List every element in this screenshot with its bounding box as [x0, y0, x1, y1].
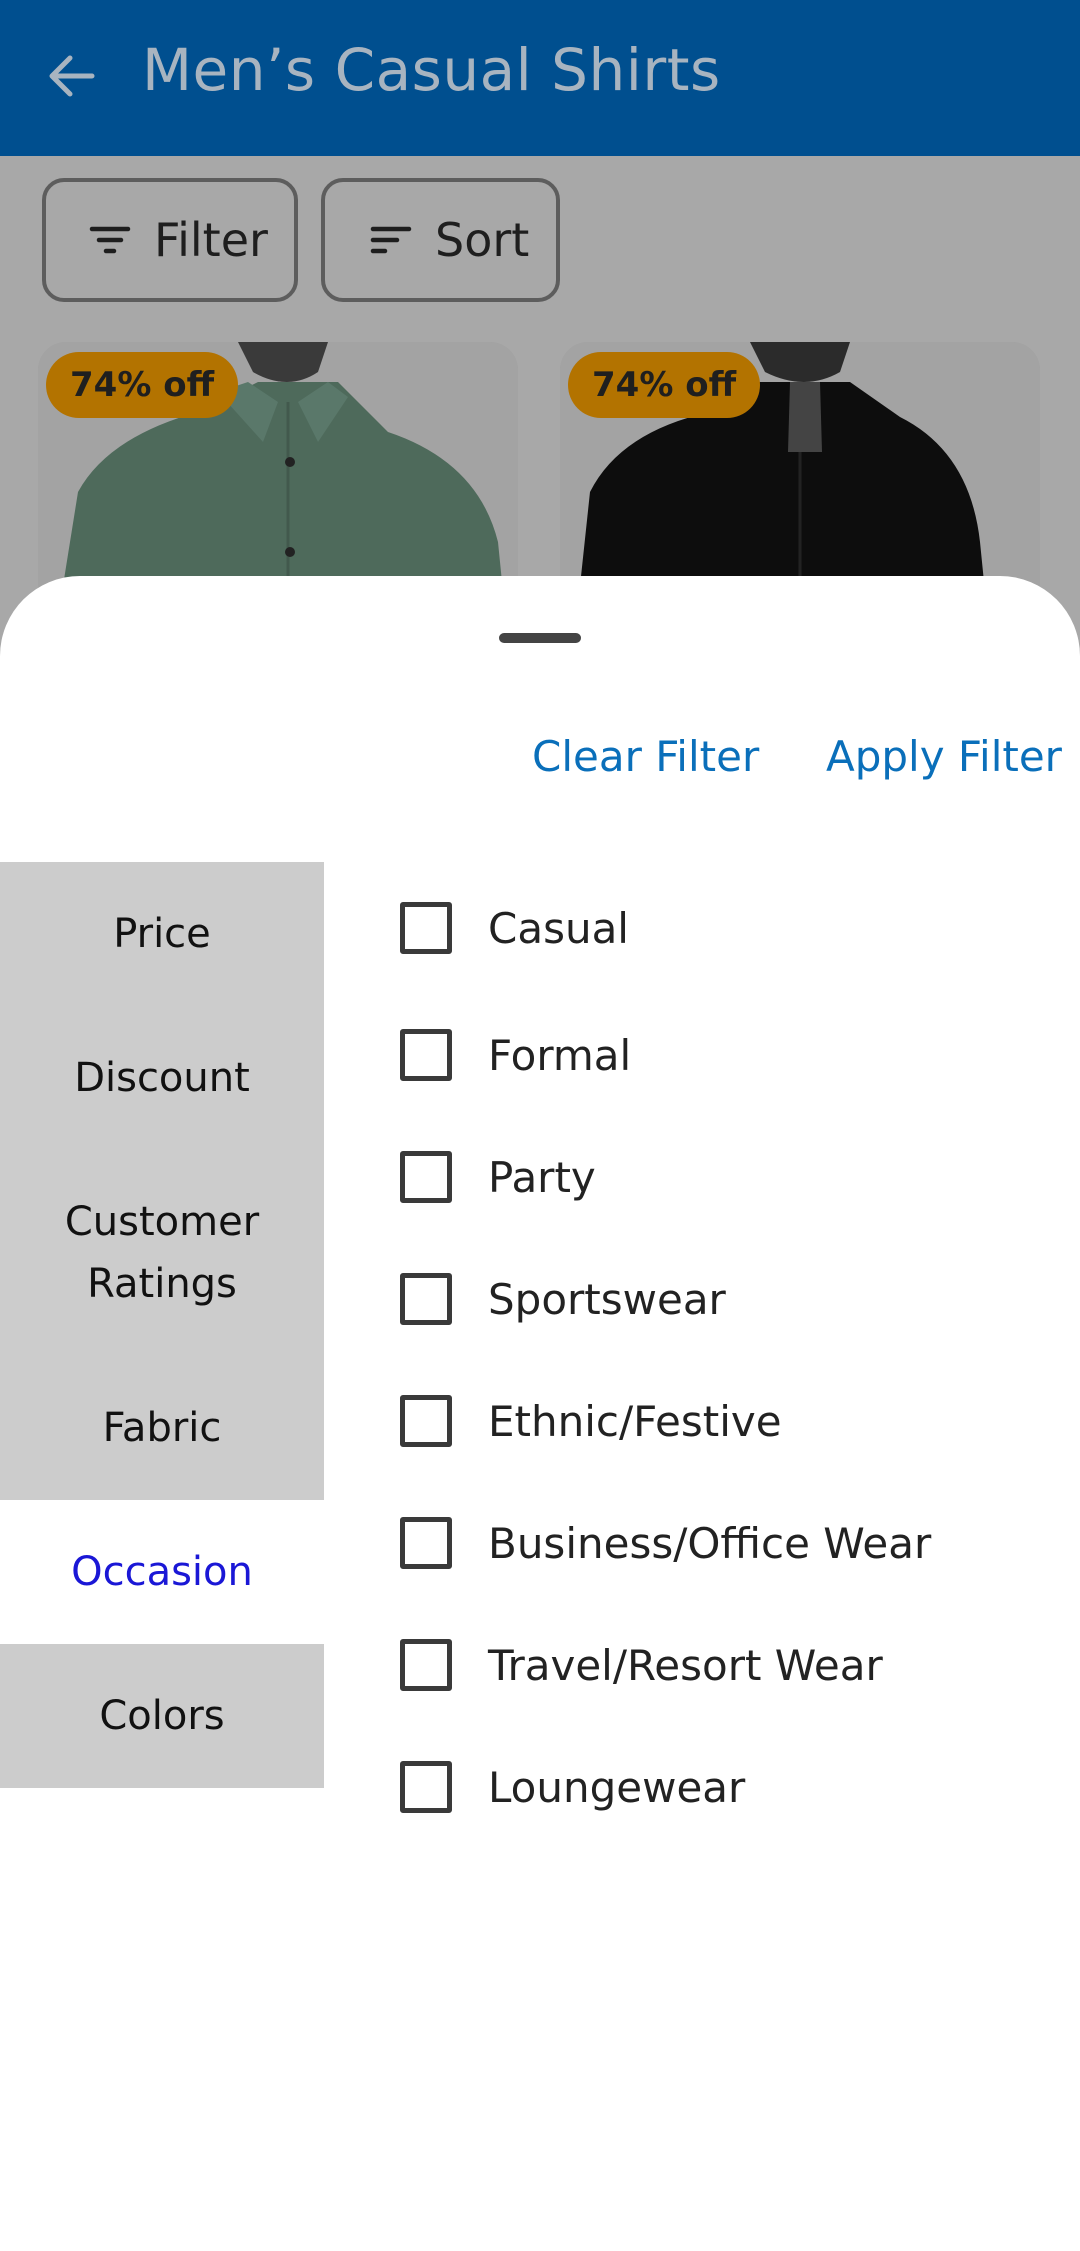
sort-button[interactable]: Sort [321, 178, 560, 302]
option-sportswear[interactable]: Sportswear [400, 1238, 1080, 1360]
category-price[interactable]: Price [0, 862, 324, 1006]
category-customer-ratings[interactable]: Customer Ratings [0, 1150, 324, 1356]
category-customer-ratings-label: Customer Ratings [64, 1199, 260, 1307]
checkbox[interactable] [400, 1151, 452, 1203]
category-fabric[interactable]: Fabric [0, 1356, 324, 1500]
filter-button[interactable]: Filter [42, 178, 298, 302]
option-business-office-wear[interactable]: Business/Office Wear [400, 1482, 1080, 1604]
option-label: Ethnic/Festive [488, 1396, 782, 1446]
sort-button-label: Sort [435, 213, 530, 267]
checkbox[interactable] [400, 1761, 452, 1813]
option-label: Formal [488, 1030, 632, 1080]
apply-filter-button[interactable]: Apply Filter [826, 732, 1062, 781]
checkbox[interactable] [400, 1273, 452, 1325]
option-travel-resort-wear[interactable]: Travel/Resort Wear [400, 1604, 1080, 1726]
checkbox[interactable] [400, 1395, 452, 1447]
arrow-left-icon [49, 55, 95, 97]
option-label: Sportswear [488, 1274, 726, 1324]
option-label: Travel/Resort Wear [488, 1640, 883, 1690]
category-discount[interactable]: Discount [0, 1006, 324, 1150]
option-ethnic-festive[interactable]: Ethnic/Festive [400, 1360, 1080, 1482]
option-label: Loungewear [488, 1762, 746, 1812]
option-label: Casual [488, 903, 629, 953]
clear-filter-button[interactable]: Clear Filter [532, 732, 759, 781]
option-loungewear[interactable]: Loungewear [400, 1726, 1080, 1848]
option-casual[interactable]: Casual [400, 862, 1080, 994]
sort-icon [370, 226, 412, 254]
checkbox[interactable] [400, 1029, 452, 1081]
page-title: Men’s Casual Shirts [142, 36, 721, 104]
category-occasion[interactable]: Occasion [0, 1500, 324, 1644]
discount-badge: 74% off [568, 352, 761, 418]
checkbox[interactable] [400, 902, 452, 954]
discount-badge: 74% off [46, 352, 239, 418]
back-button[interactable] [44, 44, 100, 108]
checkbox[interactable] [400, 1639, 452, 1691]
app-bar: Men’s Casual Shirts [0, 0, 1080, 156]
checkbox[interactable] [400, 1517, 452, 1569]
option-formal[interactable]: Formal [400, 994, 1080, 1116]
filter-category-nav: Price Discount Customer Ratings Fabric O… [0, 862, 324, 1788]
option-label: Business/Office Wear [488, 1518, 932, 1568]
option-label: Party [488, 1152, 596, 1202]
drag-handle[interactable] [499, 633, 581, 643]
occasion-options: Casual Formal Party Sportswear Ethnic/Fe… [400, 862, 1080, 1848]
filter-bottom-sheet: Clear Filter Apply Filter Price Discount… [0, 576, 1080, 2251]
category-colors[interactable]: Colors [0, 1644, 324, 1788]
filter-button-label: Filter [154, 213, 268, 267]
filter-icon [89, 226, 131, 254]
option-party[interactable]: Party [400, 1116, 1080, 1238]
